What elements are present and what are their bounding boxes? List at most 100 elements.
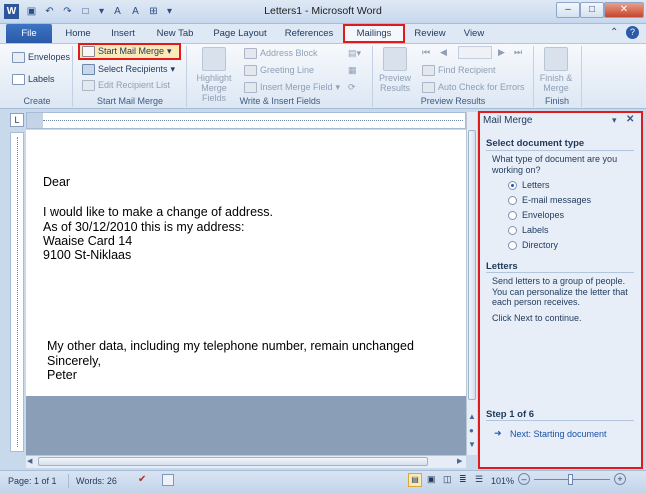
edit-recipient-list-button[interactable]: Edit Recipient List — [82, 78, 170, 93]
minimize-button[interactable]: – — [556, 2, 580, 18]
record-number-input[interactable] — [458, 46, 492, 59]
proofing-icon[interactable]: ✔ — [138, 474, 146, 485]
address-block-button[interactable]: Address Block — [244, 46, 318, 61]
print-layout-view-icon[interactable]: ▤ — [408, 473, 422, 487]
radio-email-messages[interactable] — [508, 196, 517, 205]
finish-merge-icon — [544, 47, 568, 71]
envelopes-label: Envelopes — [28, 52, 71, 62]
radio-letters[interactable] — [508, 181, 517, 190]
tab-page-layout[interactable]: Page Layout — [208, 24, 272, 43]
zoom-in-icon[interactable]: + — [614, 473, 626, 485]
horizontal-scroll-thumb[interactable] — [38, 457, 428, 466]
next-starting-document-link[interactable]: Next: Starting document — [510, 429, 607, 439]
greeting-line-button[interactable]: Greeting Line — [244, 63, 314, 78]
previous-record-icon[interactable]: ◀ — [440, 45, 447, 60]
last-record-icon[interactable]: ⏭ — [514, 45, 522, 60]
highlight-icon[interactable]: A — [128, 4, 143, 19]
envelopes-button[interactable]: Envelopes — [12, 50, 70, 65]
close-button[interactable]: ✕ — [604, 2, 644, 18]
customize-qat-icon[interactable]: ▾ — [162, 4, 177, 19]
next-record-icon[interactable]: ▶ — [498, 45, 505, 60]
auto-check-errors-button[interactable]: Auto Check for Errors — [422, 80, 525, 95]
finish-label-1: Finish & — [539, 73, 573, 83]
select-recipients-button[interactable]: Select Recipients ▾ — [82, 62, 175, 77]
vertical-ruler[interactable] — [10, 132, 24, 452]
tab-insert[interactable]: Insert — [104, 24, 142, 43]
tab-new-tab[interactable]: New Tab — [150, 24, 200, 43]
step-indicator: Step 1 of 6 — [486, 409, 535, 420]
word-app-icon[interactable]: W — [4, 4, 19, 19]
radio-envelopes[interactable] — [508, 211, 517, 220]
rules-icon[interactable]: ▤▾ — [348, 46, 361, 61]
zoom-level[interactable]: 101% — [491, 474, 514, 488]
tab-selector[interactable]: L — [10, 113, 24, 127]
help-icon[interactable]: ? — [626, 26, 639, 39]
zoom-out-icon[interactable]: – — [518, 473, 530, 485]
tab-home[interactable]: Home — [60, 24, 96, 43]
find-recipient-label: Find Recipient — [438, 65, 496, 75]
labels-button[interactable]: Labels — [12, 72, 55, 87]
group-label-finish: Finish — [544, 96, 569, 106]
find-icon — [422, 65, 435, 77]
pane-options-icon[interactable]: ▾ — [612, 115, 617, 126]
ribbon-minimize-icon[interactable]: ⌃ — [610, 27, 618, 38]
group-label-write-insert: Write & Insert Fields — [239, 96, 321, 106]
outline-view-icon[interactable]: ≣ — [459, 474, 467, 485]
full-screen-view-icon[interactable]: ▣ — [427, 474, 436, 485]
tab-view[interactable]: View — [456, 24, 492, 43]
doc-line: 9100 St-Niklaas — [43, 248, 132, 262]
document-text-top[interactable]: Dear I would like to make a change of ad… — [43, 175, 273, 262]
vertical-scroll-thumb[interactable] — [468, 130, 476, 400]
document-text-bottom[interactable]: My other data, including my telephone nu… — [47, 339, 414, 383]
finish-merge-button[interactable]: Finish & Merge — [536, 47, 576, 93]
tab-file[interactable]: File — [6, 24, 52, 43]
table-icon[interactable]: ⊞ — [146, 4, 161, 19]
scroll-left-icon[interactable]: ◀ — [27, 457, 32, 465]
horizontal-ruler[interactable] — [26, 112, 466, 129]
page-count[interactable]: Page: 1 of 1 — [8, 474, 57, 488]
update-labels-icon[interactable]: ⟳ — [348, 80, 356, 95]
draft-view-icon[interactable]: ☰ — [475, 474, 483, 485]
tab-review[interactable]: Review — [410, 24, 450, 43]
highlight-merge-fields-button[interactable]: Highlight Merge Fields — [188, 47, 240, 103]
previous-page-icon[interactable]: ▲ — [468, 412, 476, 421]
redo-icon[interactable]: ↷ — [60, 4, 75, 19]
font-color-icon[interactable]: A — [110, 4, 125, 19]
vertical-ruler-ticks — [17, 137, 18, 447]
web-layout-view-icon[interactable]: ◫ — [443, 474, 452, 485]
word-count[interactable]: Words: 26 — [76, 474, 117, 488]
doc-line: Peter — [47, 368, 77, 382]
start-mail-merge-button[interactable]: Start Mail Merge ▾ — [78, 43, 181, 60]
preview-results-button[interactable]: Preview Results — [374, 47, 416, 93]
vertical-scrollbar[interactable]: ▲ ● ▼ — [466, 112, 477, 455]
radio-directory[interactable] — [508, 241, 517, 250]
radio-labels[interactable] — [508, 226, 517, 235]
highlight-fields-icon — [202, 47, 226, 71]
letters-description: Send letters to a group of people. You c… — [492, 276, 628, 307]
undo-icon[interactable]: ↶ — [42, 4, 57, 19]
browse-object-icon[interactable]: ● — [469, 426, 474, 435]
match-fields-icon[interactable]: ▦ — [348, 63, 357, 78]
address-block-label: Address Block — [260, 48, 318, 58]
insert-merge-field-button[interactable]: Insert Merge Field ▾ — [244, 80, 340, 95]
scroll-right-icon[interactable]: ▶ — [457, 457, 462, 465]
zoom-slider-thumb[interactable] — [568, 474, 573, 485]
tab-references[interactable]: References — [280, 24, 338, 43]
quick-access-dropdown-icon[interactable]: ▾ — [94, 4, 109, 19]
doc-line: Sincerely, — [47, 353, 101, 368]
find-recipient-button[interactable]: Find Recipient — [422, 63, 496, 78]
edit-recipient-list-label: Edit Recipient List — [98, 80, 171, 90]
group-separator — [581, 46, 582, 107]
document-page[interactable]: Dear I would like to make a change of ad… — [26, 130, 466, 396]
new-document-icon[interactable]: □ — [78, 4, 93, 19]
macro-record-icon[interactable] — [162, 474, 174, 486]
first-record-icon[interactable]: ⏮ — [422, 45, 430, 60]
pane-close-icon[interactable]: ✕ — [626, 114, 634, 125]
save-icon[interactable]: ▣ — [24, 4, 39, 19]
maximize-button[interactable]: □ — [580, 2, 604, 18]
group-separator — [72, 46, 73, 107]
section-divider — [486, 272, 634, 273]
tab-mailings[interactable]: Mailings — [343, 24, 405, 43]
document-type-question: What type of document are you working on… — [492, 154, 618, 175]
next-page-icon[interactable]: ▼ — [468, 440, 476, 449]
